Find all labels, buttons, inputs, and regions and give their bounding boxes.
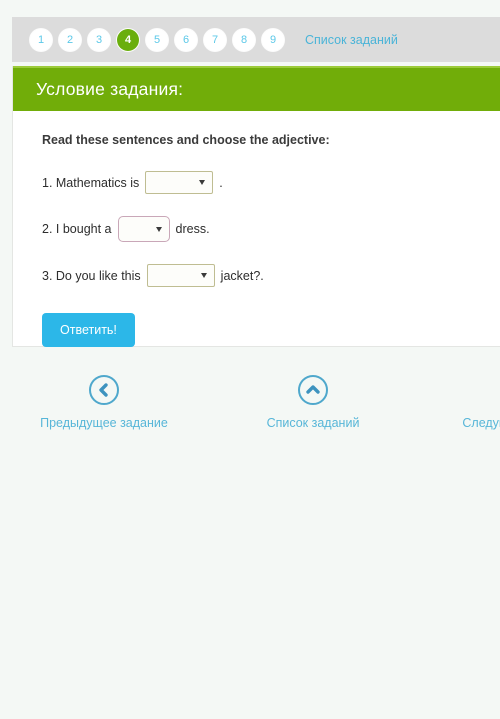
pager-page-7[interactable]: 7 — [204, 28, 226, 51]
pager-page-9[interactable]: 9 — [262, 28, 284, 51]
chevron-down-icon — [199, 180, 206, 185]
question-3-select[interactable] — [146, 264, 215, 287]
pager-task-list-link[interactable]: Список заданий — [305, 33, 398, 47]
bottom-navigation: Предыдущее задание Список заданий Следую… — [0, 375, 500, 445]
task-card: Условие задания: Read these sentences an… — [12, 66, 500, 347]
question-1-text-after: . — [219, 175, 223, 190]
question-2-select[interactable] — [117, 216, 170, 242]
question-3-text-after: jacket?. — [220, 268, 264, 283]
question-2-text-after: dress. — [175, 222, 210, 236]
chevron-up-icon — [298, 375, 328, 405]
next-task-label: Следующее задание — [462, 416, 500, 430]
pager-page-3[interactable]: 3 — [88, 28, 110, 51]
question-row-2: 2. I bought a dress. — [42, 216, 500, 242]
question-row-1: 1. Mathematics is . — [42, 171, 500, 194]
pager-bar: 1 2 3 4 5 6 7 8 9 Список заданий — [12, 17, 500, 62]
page-title: Условие задания: — [36, 79, 184, 99]
task-prompt: Read these sentences and choose the adje… — [42, 133, 330, 147]
pager-page-1[interactable]: 1 — [30, 28, 52, 51]
chevron-down-icon — [200, 273, 207, 278]
question-row-3: 3. Do you like this jacket?. — [42, 264, 500, 287]
task-list-label: Список заданий — [266, 416, 360, 430]
task-list-button[interactable]: Список заданий — [245, 375, 381, 430]
question-3-text-before: 3. Do you like this — [42, 268, 141, 283]
question-2-text-before: 2. I bought a — [42, 222, 112, 236]
pager-page-6[interactable]: 6 — [175, 28, 197, 51]
task-card-body: Read these sentences and choose the adje… — [13, 111, 500, 347]
question-1-select[interactable] — [145, 171, 214, 194]
next-task-button[interactable]: Следующее задание — [455, 375, 500, 430]
question-1-text-before: 1. Mathematics is — [42, 175, 140, 190]
submit-answer-button[interactable]: Ответить! — [42, 313, 135, 347]
pager-page-4-current[interactable]: 4 — [117, 28, 139, 51]
pager-page-5[interactable]: 5 — [146, 28, 168, 51]
chevron-left-icon — [89, 375, 119, 405]
pager-page-2[interactable]: 2 — [59, 28, 81, 51]
task-card-header: Условие задания: — [13, 66, 500, 111]
previous-task-label: Предыдущее задание — [40, 416, 168, 430]
pager-page-8[interactable]: 8 — [233, 28, 255, 51]
chevron-down-icon — [155, 226, 162, 232]
previous-task-button[interactable]: Предыдущее задание — [36, 375, 172, 430]
